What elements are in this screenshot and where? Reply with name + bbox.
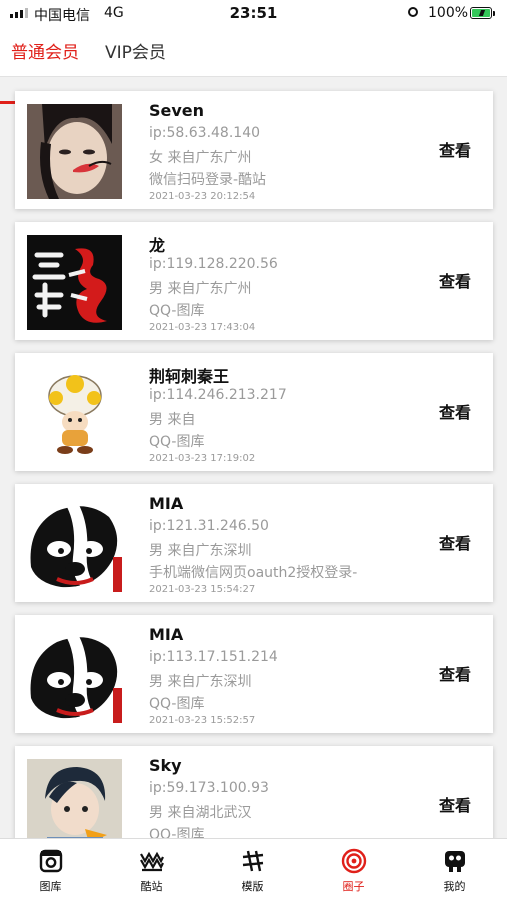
member-login-source: QQ-图库: [149, 303, 205, 319]
avatar: [27, 366, 122, 461]
member-login-time: 2021-03-23 20:12:54: [149, 191, 256, 202]
member-login-source: 手机端微信网页oauth2授权登录-: [149, 565, 358, 581]
tab-cool-sites-label: 酷站: [140, 880, 163, 893]
member-name: 荆轲刺秦王: [149, 367, 230, 386]
member-ip: ip:113.17.151.214: [149, 649, 278, 665]
member-ip: ip:58.63.48.140: [149, 125, 261, 141]
view-button[interactable]: 查看: [439, 661, 471, 685]
member-ip: ip:114.246.213.217: [149, 387, 287, 403]
avatar: [27, 497, 122, 592]
member-login-time: 2021-03-23 17:19:02: [149, 453, 256, 464]
member-name: Sky: [149, 756, 182, 775]
grid-hash-icon: [242, 850, 264, 872]
tab-templates[interactable]: 模版: [202, 839, 303, 901]
member-list[interactable]: Seven ip:58.63.48.140 女 来自广东广州 微信扫码登录-酷站…: [0, 78, 507, 838]
tab-regular-members[interactable]: 普通会员: [11, 38, 79, 63]
member-gender-location: 男 来自湖北武汉: [149, 805, 252, 821]
target-icon: [341, 848, 367, 874]
avatar: [27, 759, 122, 838]
tab-mine[interactable]: 我的: [404, 839, 505, 901]
profile-icon: [445, 851, 465, 872]
battery-icon: [470, 7, 492, 19]
member-card[interactable]: Seven ip:58.63.48.140 女 来自广东广州 微信扫码登录-酷站…: [15, 91, 493, 209]
member-login-source: 微信扫码登录-酷站: [149, 172, 267, 188]
member-login-time: 2021-03-23 15:52:57: [149, 715, 256, 726]
member-card[interactable]: MIA ip:113.17.151.214 男 来自广东深圳 QQ-图库 202…: [15, 615, 493, 733]
member-card[interactable]: MIA ip:121.31.246.50 男 来自广东深圳 手机端微信网页oau…: [15, 484, 493, 602]
tab-circle[interactable]: 圈子: [303, 839, 404, 901]
view-button[interactable]: 查看: [439, 268, 471, 292]
member-name: 龙: [149, 236, 166, 255]
member-ip: ip:119.128.220.56: [149, 256, 278, 272]
member-login-time: 2021-03-23 17:43:04: [149, 322, 256, 333]
tab-vip-members[interactable]: VIP会员: [105, 38, 166, 63]
view-button[interactable]: 查看: [439, 399, 471, 423]
member-name: MIA: [149, 625, 184, 644]
battery-cap: [493, 11, 495, 16]
avatar: [27, 628, 122, 723]
member-gender-location: 男 来自广东深圳: [149, 543, 252, 559]
view-button[interactable]: 查看: [439, 137, 471, 161]
member-card[interactable]: Sky ip:59.173.100.93 男 来自湖北武汉 QQ-图库 查看: [15, 746, 493, 838]
member-name: MIA: [149, 494, 184, 513]
member-name: Seven: [149, 101, 205, 120]
tab-gallery-label: 图库: [39, 880, 62, 893]
avatar: [27, 235, 122, 330]
orientation-lock-icon: [408, 7, 418, 17]
member-login-time: 2021-03-23 15:54:27: [149, 584, 256, 595]
wave-logo-icon: [140, 851, 164, 872]
member-ip: ip:59.173.100.93: [149, 780, 269, 796]
battery-percent: 100%: [428, 5, 469, 21]
tab-templates-label: 模版: [241, 880, 264, 893]
tab-circle-label: 圈子: [342, 880, 365, 893]
tab-mine-label: 我的: [443, 880, 466, 893]
tab-cool-sites[interactable]: 酷站: [101, 839, 202, 901]
bottom-tab-bar: 图库 酷站 模版 圈子 我的: [0, 838, 507, 901]
member-gender-location: 女 来自广东广州: [149, 150, 252, 166]
avatar: [27, 104, 122, 199]
member-card[interactable]: 龙 ip:119.128.220.56 男 来自广东广州 QQ-图库 2021-…: [15, 222, 493, 340]
member-gender-location: 男 来自广东广州: [149, 281, 252, 297]
status-bar: 中国电信 4G 23:51 100%: [0, 0, 507, 28]
member-login-source: QQ-图库: [149, 434, 205, 450]
view-button[interactable]: 查看: [439, 530, 471, 554]
member-login-source: QQ-图库: [149, 827, 205, 838]
tab-gallery[interactable]: 图库: [0, 839, 101, 901]
member-gender-location: 男 来自: [149, 412, 196, 428]
member-gender-location: 男 来自广东深圳: [149, 674, 252, 690]
member-tabs: 普通会员 VIP会员: [0, 28, 507, 104]
instagram-icon: [39, 849, 63, 873]
member-login-source: QQ-图库: [149, 696, 205, 712]
member-card[interactable]: 荆轲刺秦王 ip:114.246.213.217 男 来自 QQ-图库 2021…: [15, 353, 493, 471]
view-button[interactable]: 查看: [439, 792, 471, 816]
member-ip: ip:121.31.246.50: [149, 518, 269, 534]
